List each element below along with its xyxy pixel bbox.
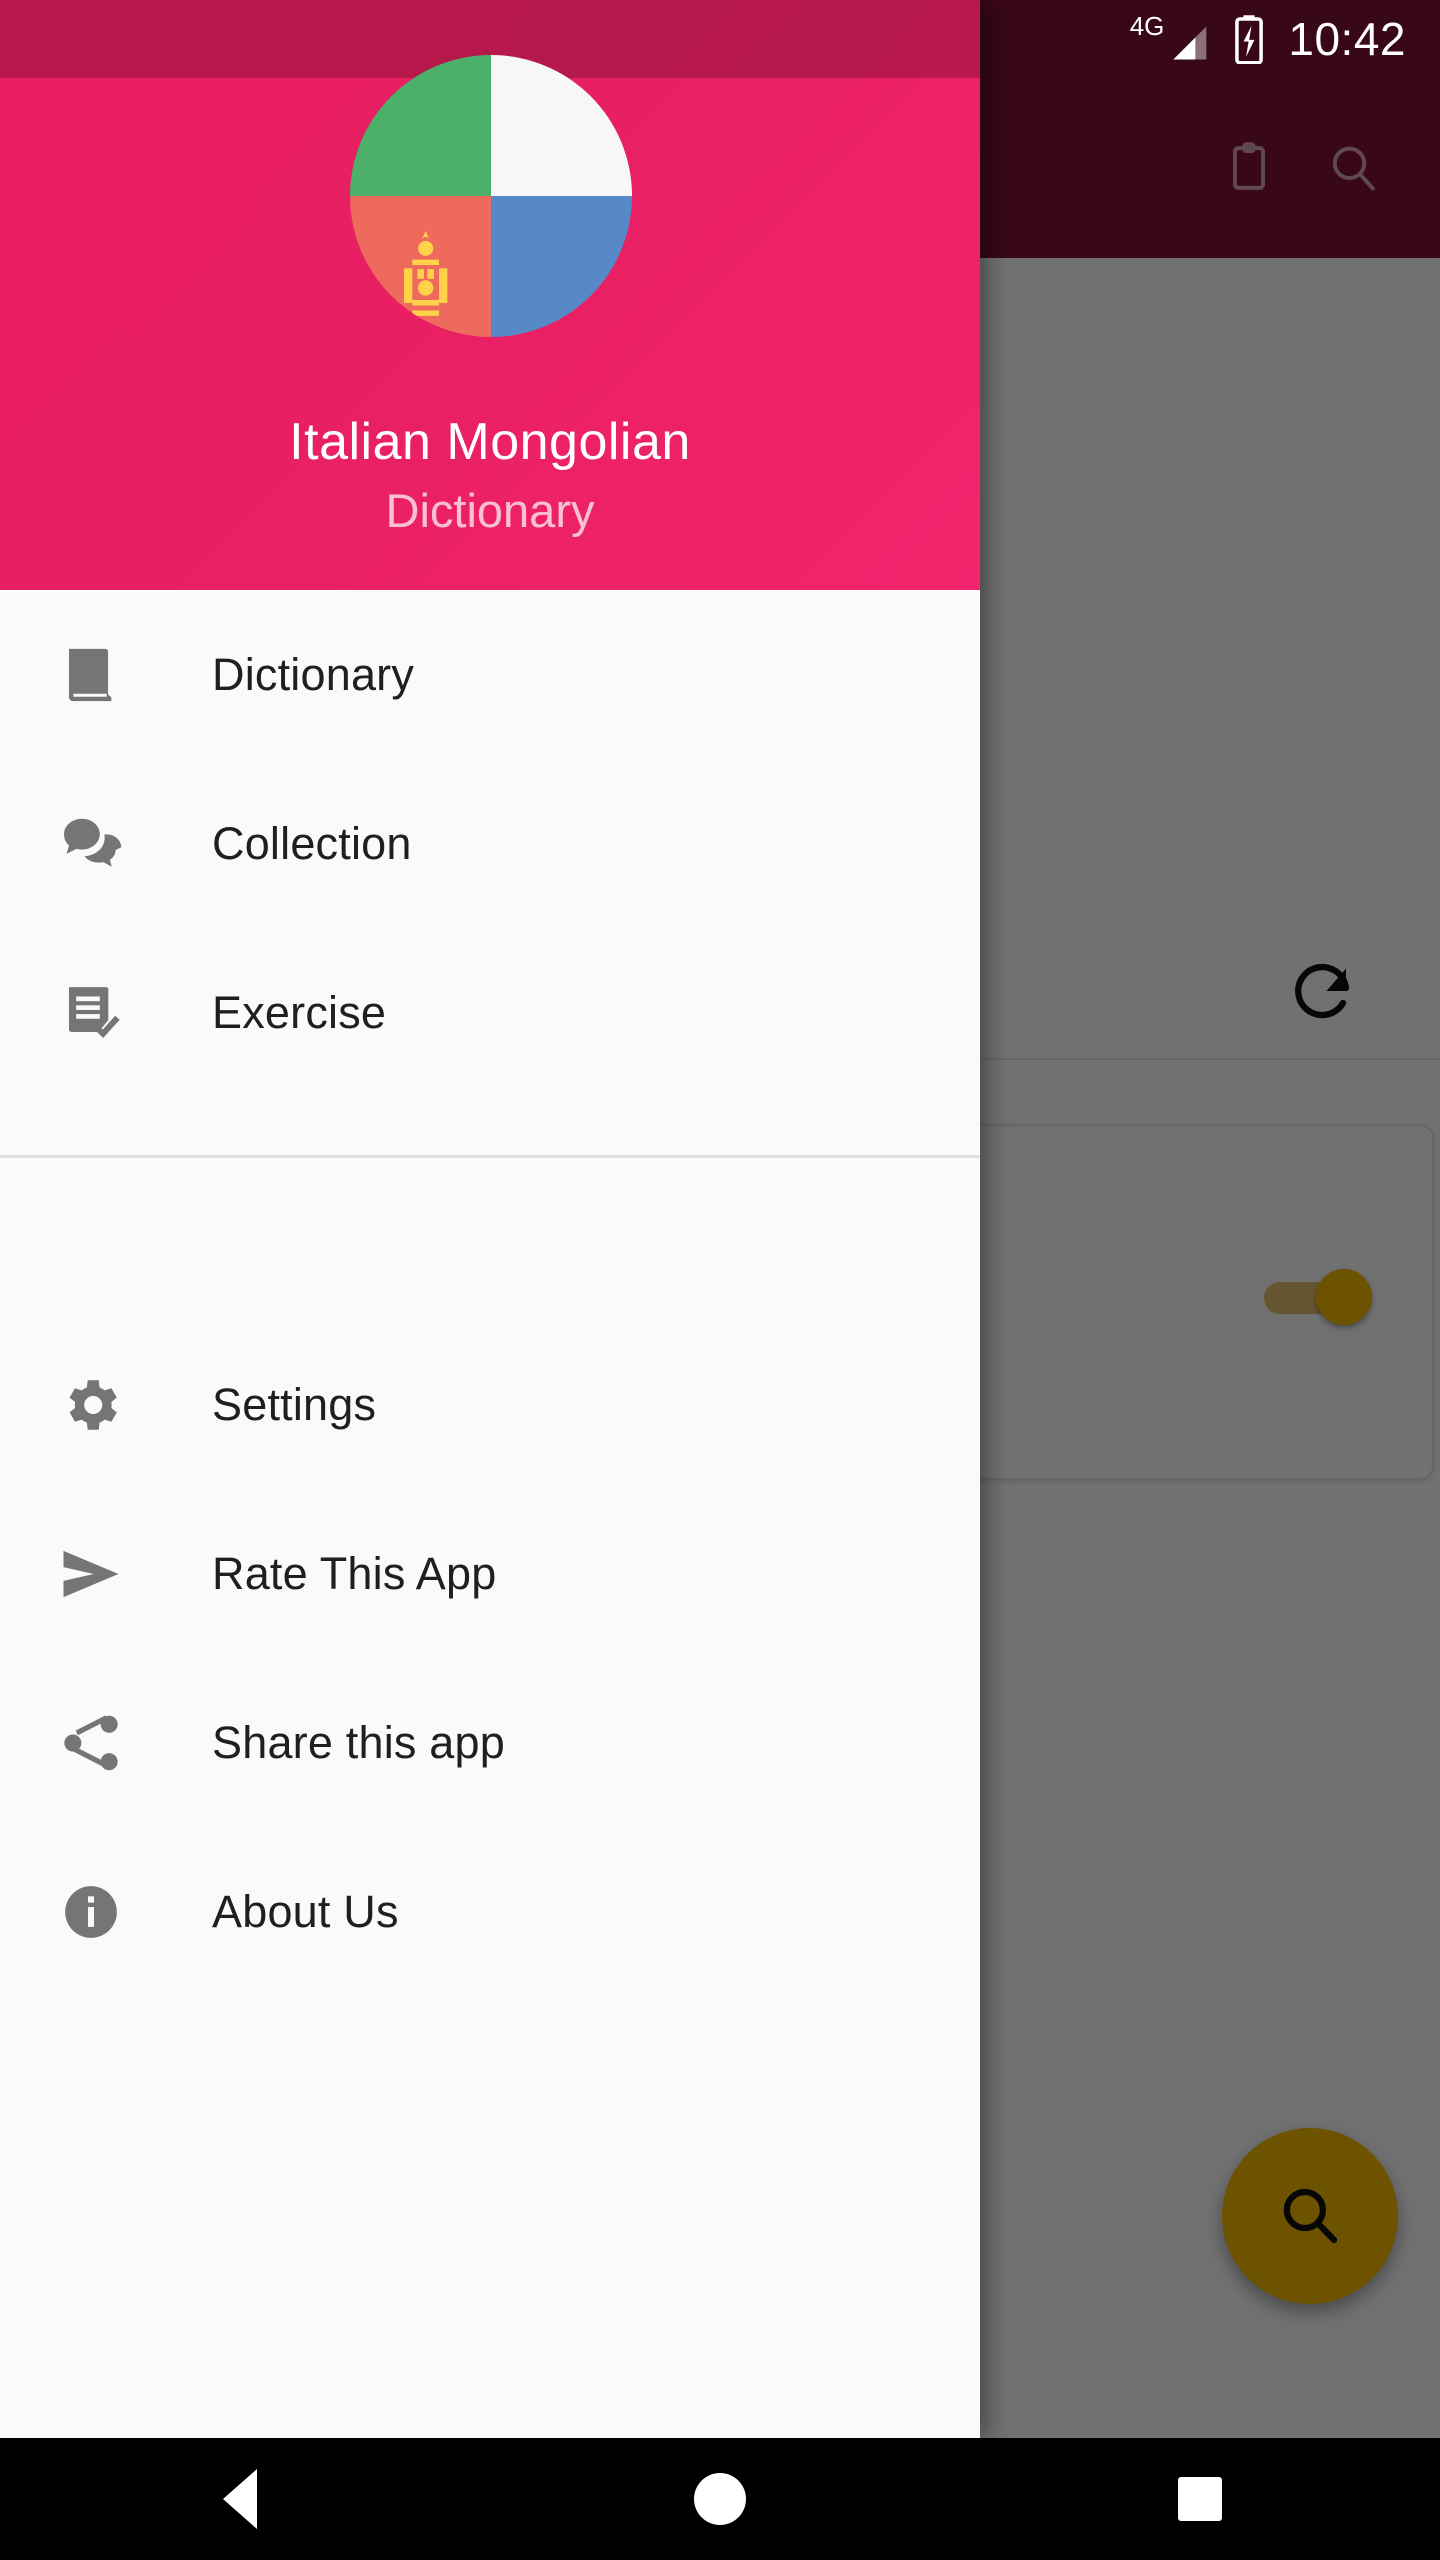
sidebar-item-exercise[interactable]: Exercise	[0, 928, 980, 1097]
sidebar-item-collection[interactable]: Collection	[0, 759, 980, 928]
sidebar-item-label: Share this app	[212, 1716, 505, 1768]
sidebar-item-share-this-app[interactable]: Share this app	[0, 1658, 980, 1827]
sidebar-item-label: Rate This App	[212, 1547, 497, 1599]
network-type-label: 4G	[1129, 11, 1165, 41]
navigation-drawer: Italian Mongolian Dictionary Dictionary	[0, 0, 980, 2438]
document-check-icon	[58, 980, 144, 1046]
flag-logo	[350, 55, 632, 337]
sidebar-item-dictionary[interactable]: Dictionary	[0, 590, 980, 759]
send-icon	[58, 1541, 144, 1607]
sidebar-item-about-us[interactable]: About Us	[0, 1827, 980, 1996]
sidebar-item-rate-this-app[interactable]: Rate This App	[0, 1489, 980, 1658]
sidebar-item-label: Collection	[212, 817, 412, 869]
flag-quadrant-green	[350, 55, 491, 196]
status-bar: 4G 10:42	[980, 0, 1440, 78]
info-icon	[58, 1879, 144, 1945]
sidebar-item-settings[interactable]: Settings	[0, 1320, 980, 1489]
clock-time: 10:42	[1288, 13, 1406, 65]
signal-bars-icon	[1173, 26, 1207, 60]
home-circle-icon	[694, 2473, 746, 2525]
sidebar-item-label: About Us	[212, 1885, 399, 1937]
chat-bubbles-icon	[58, 811, 144, 877]
battery-charging-icon	[1235, 15, 1264, 64]
flag-quadrant-white	[491, 55, 632, 196]
back-triangle-icon	[223, 2469, 257, 2529]
book-icon	[58, 642, 144, 708]
nav-back-button[interactable]	[160, 2438, 320, 2560]
sidebar-item-label: Dictionary	[212, 648, 415, 700]
flag-quadrant-blue	[491, 196, 632, 337]
gear-icon	[58, 1372, 144, 1438]
app-title: Italian Mongolian	[289, 413, 691, 471]
nav-home-button[interactable]	[640, 2438, 800, 2560]
sidebar-item-label: Exercise	[212, 986, 387, 1038]
app-subtitle: Dictionary	[385, 484, 595, 537]
system-navigation-bar	[0, 2438, 1440, 2560]
drawer-primary-menu: Dictionary Collection Exercise	[0, 590, 980, 1097]
drawer-header: Italian Mongolian Dictionary	[0, 0, 980, 590]
sidebar-item-label: Settings	[212, 1378, 377, 1430]
signal-4g-icon: 4G	[1130, 13, 1211, 65]
soyombo-icon	[404, 230, 448, 316]
share-icon	[58, 1710, 144, 1776]
recents-square-icon	[1178, 2477, 1222, 2521]
phone-screen: л 4G	[0, 0, 1440, 2560]
nav-recents-button[interactable]	[1120, 2438, 1280, 2560]
drawer-divider	[0, 1155, 980, 1158]
drawer-secondary-menu: Settings Rate This App Share this app Ab…	[0, 1320, 980, 1996]
